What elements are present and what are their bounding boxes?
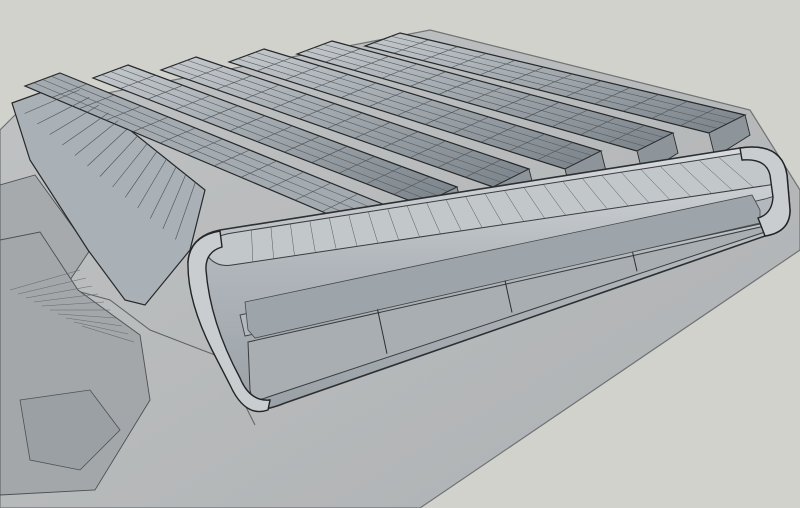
3d-model-viewport[interactable]: [0, 0, 800, 508]
model-canvas[interactable]: [0, 0, 800, 508]
